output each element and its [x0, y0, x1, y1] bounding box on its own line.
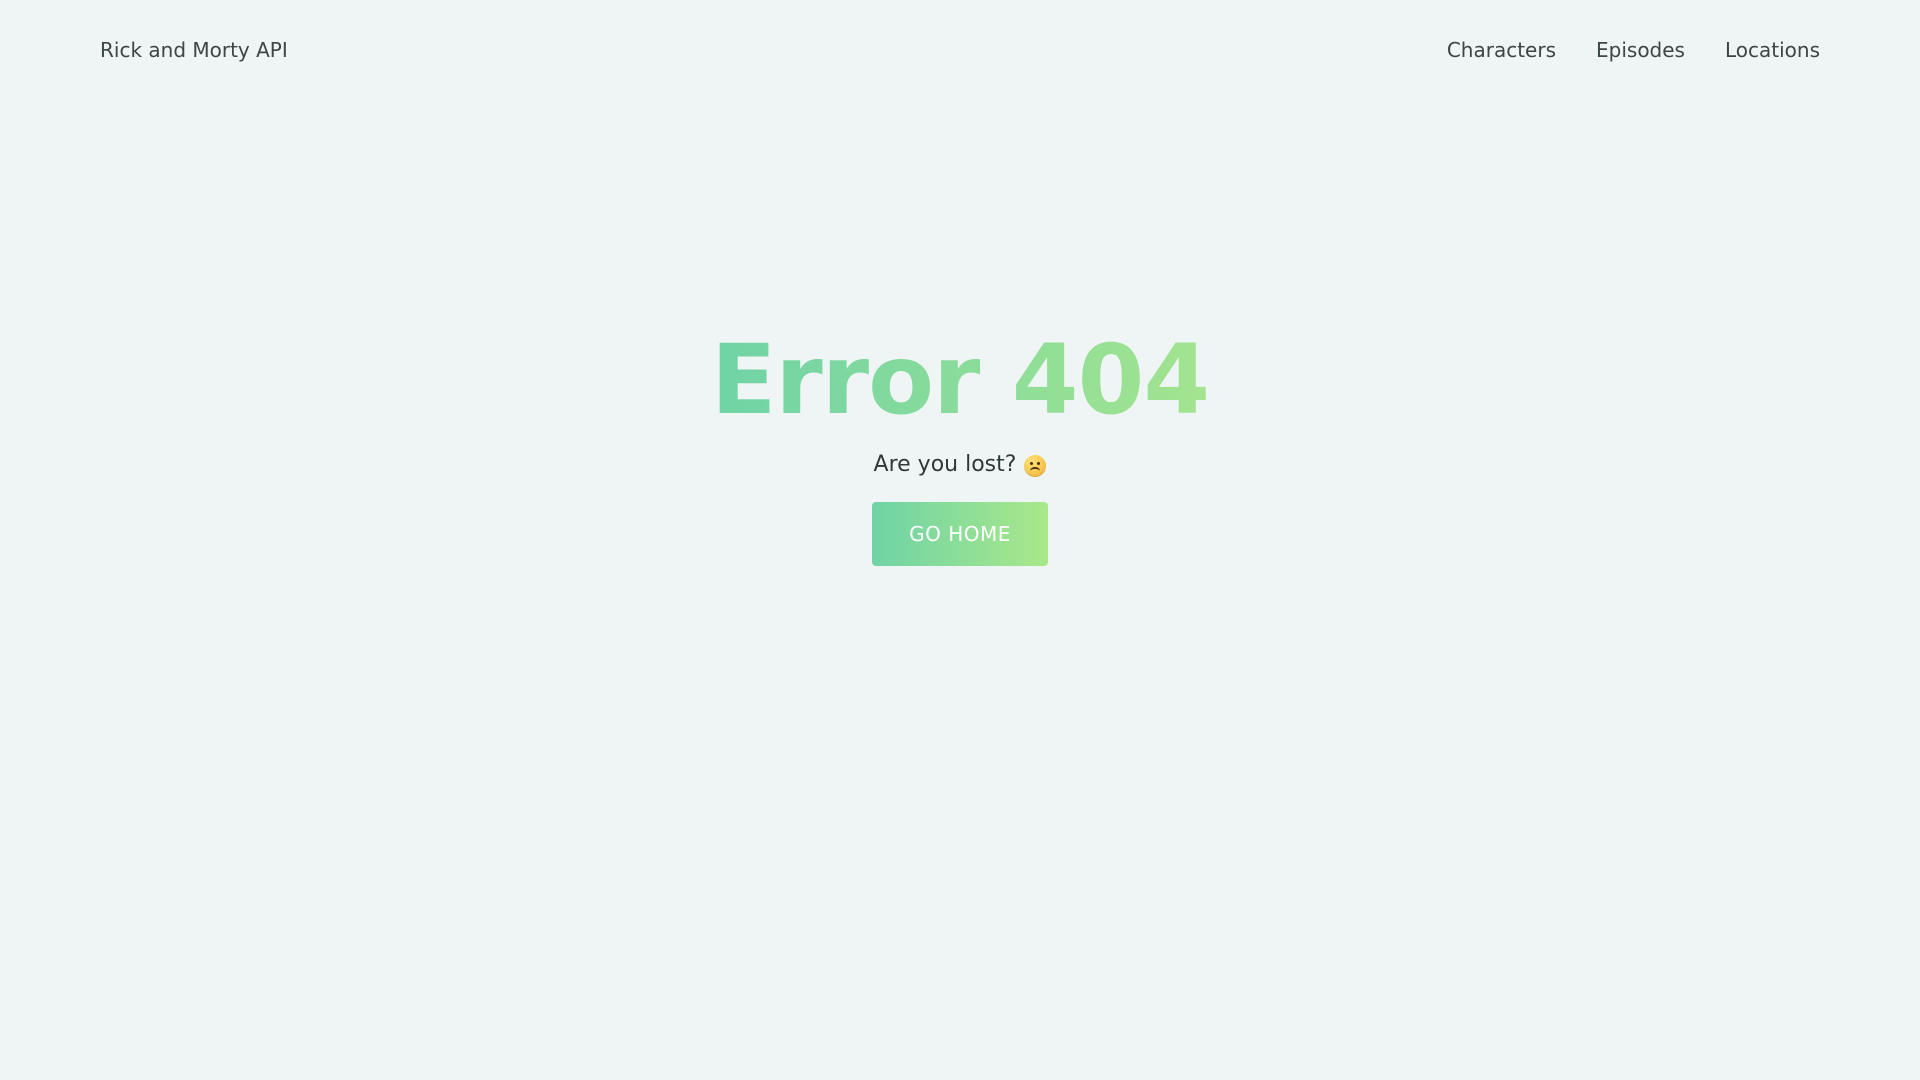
top-navbar: Rick and Morty API Characters Episodes L…	[0, 0, 1920, 100]
error-title: Error 404	[711, 320, 1210, 440]
primary-nav: Characters Episodes Locations	[1447, 36, 1820, 64]
nav-episodes-link[interactable]: Episodes	[1596, 36, 1685, 64]
go-home-button[interactable]: GO HOME	[872, 502, 1048, 566]
sad-face-icon	[1024, 455, 1047, 477]
error-section: Error 404 Are you lost? GO HOME	[0, 320, 1920, 566]
error-subtitle-text: Are you lost?	[873, 452, 1017, 477]
error-subtitle: Are you lost?	[874, 450, 1047, 480]
brand-link[interactable]: Rick and Morty API	[100, 36, 288, 64]
nav-locations-link[interactable]: Locations	[1725, 36, 1820, 64]
nav-characters-link[interactable]: Characters	[1447, 36, 1556, 64]
